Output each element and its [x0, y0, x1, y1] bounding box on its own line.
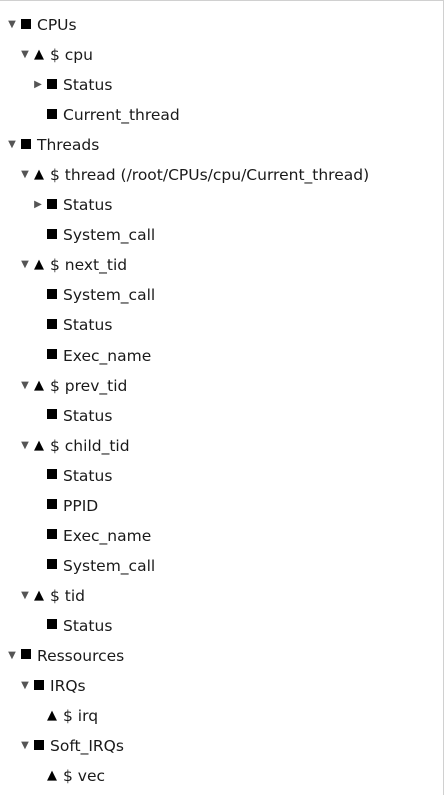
tree-node-label: Status — [63, 466, 113, 485]
expand-arrow-down-icon[interactable]: ▼ — [6, 130, 18, 160]
tree-node-label: IRQs — [50, 677, 86, 696]
expand-arrow-down-icon[interactable]: ▼ — [19, 160, 31, 190]
attribute-square-icon — [33, 731, 45, 761]
expand-arrow-down-icon[interactable]: ▼ — [19, 671, 31, 701]
tree-node[interactable]: Status — [0, 401, 444, 431]
state-system-tree: ▼ CPUs ▼ ▲ $ cpu ▶ Status Current_thread ▼ Thread… — [0, 10, 444, 791]
tree-node-label: Exec_name — [63, 526, 152, 545]
tree-node[interactable]: PPID — [0, 491, 444, 521]
attribute-square-icon — [46, 100, 58, 130]
expand-arrow-down-icon[interactable]: ▼ — [19, 371, 31, 401]
attribute-square-icon — [46, 551, 58, 581]
tree-node[interactable]: System_call — [0, 280, 444, 310]
tree-node-label: $ irq — [63, 707, 99, 726]
tree-node-label: CPUs — [37, 16, 77, 34]
tree-node-label: Status — [63, 616, 113, 635]
tree-node-label: Current_thread — [63, 106, 180, 125]
tree-node-label: $ tid — [50, 586, 86, 605]
tree-node[interactable]: ▶ Status — [0, 190, 444, 220]
tree-node[interactable]: ▼ Soft_IRQs — [0, 731, 444, 761]
tree-node-label: Status — [63, 406, 113, 425]
tree-node-label: $ prev_tid — [50, 376, 128, 395]
tree-node-label: System_call — [63, 286, 156, 305]
variable-triangle-icon: ▲ — [34, 377, 44, 393]
variable-triangle-icon: ▲ — [34, 257, 44, 273]
tree-node[interactable]: ▼ ▲ $ cpu — [0, 40, 444, 70]
attribute-square-icon — [46, 280, 58, 310]
variable-triangle-icon: ▲ — [34, 167, 44, 183]
expand-arrow-down-icon[interactable]: ▼ — [6, 641, 18, 671]
attribute-square-icon — [46, 461, 58, 491]
attribute-square-icon — [46, 190, 58, 220]
tree-node[interactable]: Exec_name — [0, 521, 444, 551]
tree-node-label: System_call — [63, 556, 156, 575]
variable-triangle-icon: ▲ — [47, 768, 57, 784]
attribute-square-icon — [46, 521, 58, 551]
tree-node[interactable]: Status — [0, 310, 444, 340]
tree-node-label: Status — [63, 316, 113, 335]
expand-arrow-right-icon[interactable]: ▶ — [32, 70, 44, 100]
tree-node[interactable]: ▼ ▲ $ next_tid — [0, 250, 444, 280]
tree-node[interactable]: ▶ Status — [0, 70, 444, 100]
tree-node[interactable]: ▲ $ vec — [0, 761, 444, 791]
expand-arrow-right-icon[interactable]: ▶ — [32, 190, 44, 220]
tree-node-label: Exec_name — [63, 346, 152, 365]
attribute-square-icon — [20, 130, 32, 160]
expand-arrow-down-icon[interactable]: ▼ — [19, 250, 31, 280]
tree-node[interactable]: ▼ ▲ $ tid — [0, 581, 444, 611]
tree-node[interactable]: ▼ ▲ $ prev_tid — [0, 371, 444, 401]
attribute-square-icon — [46, 611, 58, 641]
tree-view-panel: ▼ CPUs ▼ ▲ $ cpu ▶ Status Current_thread ▼ Thread… — [0, 0, 444, 795]
tree-node-label: System_call — [63, 226, 156, 245]
attribute-square-icon — [20, 10, 32, 40]
tree-node[interactable]: ▼ IRQs — [0, 671, 444, 701]
tree-node[interactable]: ▲ $ irq — [0, 701, 444, 731]
variable-triangle-icon: ▲ — [47, 708, 57, 724]
tree-node-label: PPID — [63, 496, 99, 515]
tree-node-label: Threads — [37, 136, 100, 155]
expand-arrow-down-icon[interactable]: ▼ — [19, 731, 31, 761]
attribute-square-icon — [46, 401, 58, 431]
tree-node[interactable]: Exec_name — [0, 341, 444, 371]
tree-node-label: $ vec — [63, 767, 106, 786]
expand-arrow-down-icon[interactable]: ▼ — [19, 431, 31, 461]
tree-node-label: $ cpu — [50, 46, 93, 65]
tree-node[interactable]: Status — [0, 611, 444, 641]
tree-node[interactable]: ▼ Ressources — [0, 641, 444, 671]
attribute-square-icon — [46, 310, 58, 340]
tree-node-label: Soft_IRQs — [50, 737, 124, 756]
tree-node-label: $ thread (/root/CPUs/cpu/Current_thread) — [50, 166, 370, 185]
tree-node-label: $ next_tid — [50, 256, 128, 275]
tree-node[interactable]: Status — [0, 461, 444, 491]
attribute-square-icon — [46, 341, 58, 371]
expand-arrow-down-icon[interactable]: ▼ — [6, 10, 18, 40]
attribute-square-icon — [46, 220, 58, 250]
tree-node[interactable]: System_call — [0, 551, 444, 581]
expand-arrow-down-icon[interactable]: ▼ — [19, 581, 31, 611]
tree-node-label: Status — [63, 196, 113, 215]
attribute-square-icon — [46, 491, 58, 521]
tree-node-label: Ressources — [37, 646, 125, 665]
tree-node[interactable]: System_call — [0, 220, 444, 250]
tree-node[interactable]: ▼ CPUs — [0, 10, 444, 40]
attribute-square-icon — [46, 70, 58, 100]
tree-node[interactable]: ▼ ▲ $ thread (/root/CPUs/cpu/Current_threa… — [0, 160, 444, 190]
variable-triangle-icon: ▲ — [34, 47, 44, 63]
tree-node[interactable]: Current_thread — [0, 100, 444, 130]
variable-triangle-icon: ▲ — [34, 437, 44, 453]
variable-triangle-icon: ▲ — [34, 587, 44, 603]
tree-node[interactable]: ▼ Threads — [0, 130, 444, 160]
expand-arrow-down-icon[interactable]: ▼ — [19, 40, 31, 70]
tree-node-label: Status — [63, 76, 113, 95]
attribute-square-icon — [20, 641, 32, 671]
tree-node[interactable]: ▼ ▲ $ child_tid — [0, 431, 444, 461]
attribute-square-icon — [33, 671, 45, 701]
tree-node-label: $ child_tid — [50, 436, 130, 455]
